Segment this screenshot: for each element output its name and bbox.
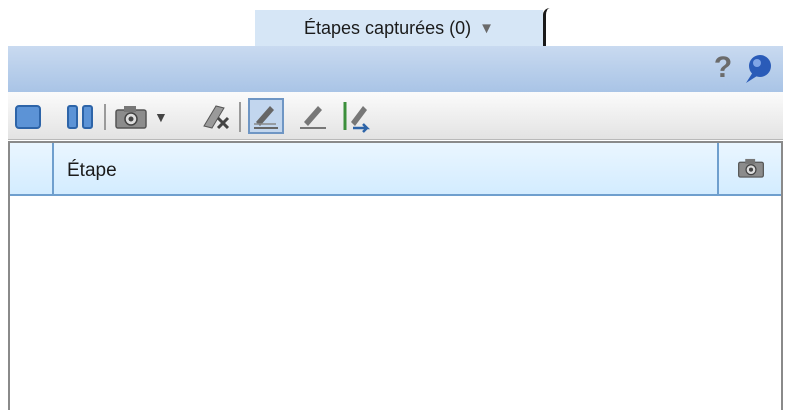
annotate-icon[interactable] bbox=[248, 98, 284, 134]
table-header bbox=[10, 143, 781, 196]
step-column-header[interactable]: Étape bbox=[67, 143, 117, 196]
help-icon[interactable]: ? bbox=[712, 50, 734, 86]
pause-icon[interactable] bbox=[65, 104, 95, 130]
captured-steps-tab[interactable]: Étapes capturées (0) ▼ bbox=[255, 10, 543, 46]
camera-icon bbox=[738, 158, 764, 178]
camera-column-header[interactable] bbox=[717, 143, 781, 196]
delete-capture-icon[interactable] bbox=[198, 100, 234, 132]
camera-icon[interactable] bbox=[114, 104, 148, 130]
move-steps-icon[interactable] bbox=[339, 98, 375, 134]
chevron-down-icon[interactable]: ▼ bbox=[154, 104, 174, 130]
panel-header bbox=[8, 46, 783, 92]
edit-icon[interactable] bbox=[294, 100, 330, 132]
tab-label: Étapes capturées (0) bbox=[304, 17, 472, 38]
stop-icon[interactable] bbox=[14, 104, 42, 130]
toolbar-separator bbox=[239, 102, 241, 132]
tab-corner bbox=[543, 8, 557, 46]
toolbar-separator bbox=[104, 104, 106, 130]
pin-icon[interactable] bbox=[740, 52, 774, 86]
dropdown-arrow-icon[interactable]: ▼ bbox=[479, 20, 494, 37]
select-column-header[interactable] bbox=[10, 143, 54, 196]
